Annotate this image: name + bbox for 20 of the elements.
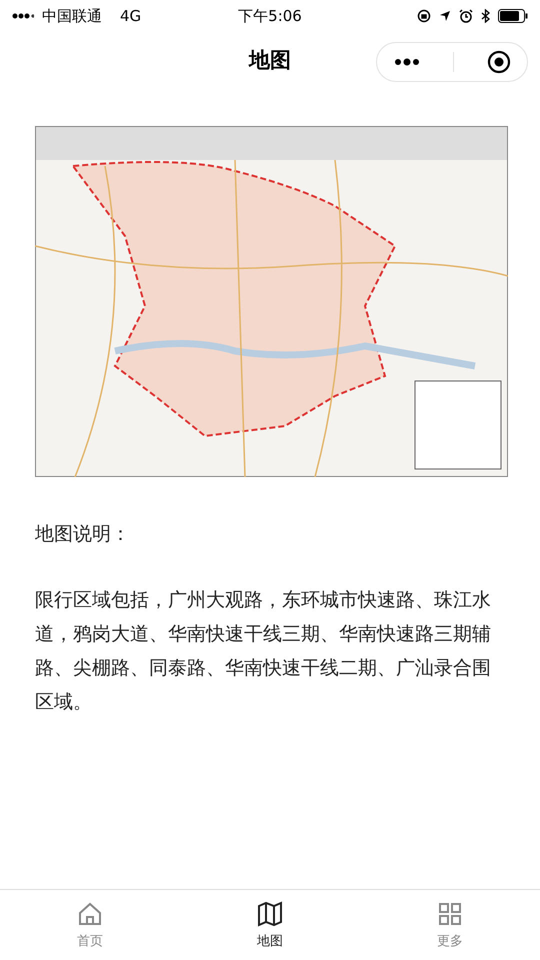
description-text: 限行区域包括，广州大观路，东环城市快速路、珠江水道，鸦岗大道、华南快速干线三期、华南快速路三期辅路、尖棚路、同泰路、华南快速干线二期、广汕录合围区域。 (35, 588, 492, 715)
carrier-name: 中国联通 (42, 6, 102, 26)
grid-icon (436, 900, 464, 928)
tab-item[interactable]: 更多 (360, 890, 540, 960)
signal-icon (12, 11, 34, 21)
alarm-clock-icon (459, 9, 473, 23)
tab-item[interactable]: 地图 (180, 890, 360, 960)
tab-item[interactable]: 首页 (0, 890, 180, 960)
location-arrow-icon (439, 10, 451, 22)
close-target-icon[interactable] (486, 50, 510, 74)
clock-time: 下午5:06 (238, 6, 302, 26)
battery-icon (498, 9, 528, 23)
more-icon[interactable] (394, 58, 420, 66)
network-type: 4G (120, 7, 142, 25)
lock-rotation-icon (417, 9, 431, 23)
section-heading: 地图说明： (35, 522, 131, 547)
map-icon (256, 900, 284, 928)
bluetooth-icon (481, 9, 490, 23)
home-icon (76, 900, 104, 928)
page-title: 地图 (249, 47, 291, 74)
